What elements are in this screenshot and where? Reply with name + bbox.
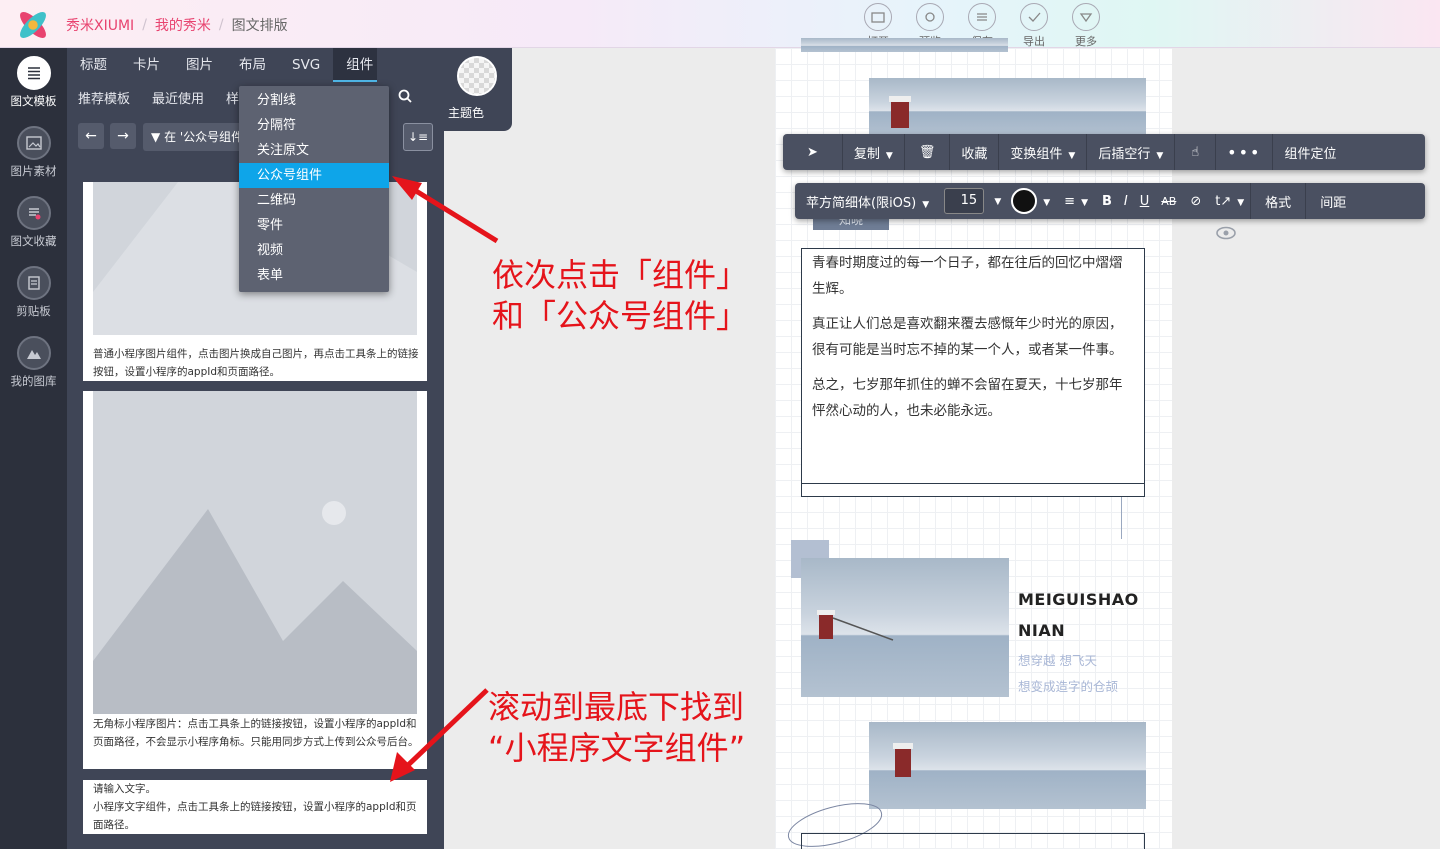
next-text-block: [801, 833, 1145, 849]
caret-icon: ▼: [885, 150, 893, 161]
eye-icon[interactable]: [1215, 225, 1237, 245]
clear-format-icon[interactable]: ⊘: [1182, 194, 1209, 209]
more-icon[interactable]: •••: [1216, 143, 1272, 162]
paragraph-3[interactable]: 总之，七岁那年抓住的蝉不会留在夏天，十七岁那年怦然心动的人，也未必能永远。: [802, 372, 1144, 424]
insert-blank-button[interactable]: 后插空行 ▼: [1087, 143, 1174, 162]
title-line-2: NIAN: [1018, 621, 1066, 640]
photo-pier-1[interactable]: [869, 78, 1146, 138]
photo-pier-2[interactable]: [801, 558, 1009, 697]
transform-button[interactable]: 变换组件 ▼: [999, 143, 1086, 162]
underline-icon[interactable]: U: [1134, 194, 1156, 209]
text-block[interactable]: 青春时期度过的每一个日子，都在往后的回忆中熠熠生辉。 真正让人们总是喜欢翻来覆去…: [801, 248, 1145, 497]
text-toolbar: 苹方简细体(限iOS) ▼ 15 ▼ ▼ ≡ ▼ B I U AB ⊘ t↗ ▼ 格式…: [795, 183, 1425, 219]
font-select[interactable]: 苹方简细体(限iOS) ▼: [795, 192, 940, 211]
delete-icon[interactable]: 🗑: [905, 145, 950, 160]
spacing-button[interactable]: 间距: [1306, 192, 1360, 211]
vertical-line: [1121, 497, 1122, 539]
color-picker[interactable]: ▼: [1005, 188, 1056, 214]
subtitle-1: 想穿越 想飞天: [1018, 653, 1097, 668]
annotation-top: 依次点击「组件」 和「公众号组件」: [492, 256, 749, 335]
title-line-1: MEIGUISHAO: [1018, 590, 1139, 609]
copy-button[interactable]: 复制 ▼: [843, 143, 904, 162]
subtitle-2: 想变成造字的仓颉: [1018, 679, 1119, 694]
photo-pier-3[interactable]: [869, 722, 1146, 809]
paragraph-1[interactable]: 青春时期度过的每一个日子，都在往后的回忆中熠熠生辉。: [802, 250, 1144, 302]
component-toolbar: ➤ 复制 ▼ 🗑 收藏 变换组件 ▼ 后插空行 ▼ ☝ ••• 组件定位: [783, 134, 1425, 170]
text-effect-icon[interactable]: t↗ ▼: [1209, 194, 1250, 209]
bold-icon[interactable]: B: [1096, 194, 1118, 209]
locate-button[interactable]: 组件定位: [1273, 143, 1347, 162]
favorite-button[interactable]: 收藏: [950, 143, 998, 162]
photo-top-partial: [801, 38, 1008, 52]
color-swatch: [1011, 188, 1038, 214]
pin-icon[interactable]: ➤: [783, 145, 842, 160]
annotation-bottom: 滚动到最底下找到 “小程序文字组件”: [488, 688, 746, 767]
format-button[interactable]: 格式: [1251, 192, 1305, 211]
font-size-input[interactable]: 15: [944, 188, 985, 214]
paragraph-2[interactable]: 真正让人们总是喜欢翻来覆去感慨年少时光的原因，很有可能是当时忘不掉的某一个人，或…: [802, 311, 1144, 363]
italic-icon[interactable]: I: [1118, 194, 1134, 209]
strikethrough-icon[interactable]: AB: [1155, 195, 1182, 208]
pointer-icon[interactable]: ☝: [1175, 145, 1215, 160]
align-icon[interactable]: ≡ ▼: [1056, 194, 1096, 209]
